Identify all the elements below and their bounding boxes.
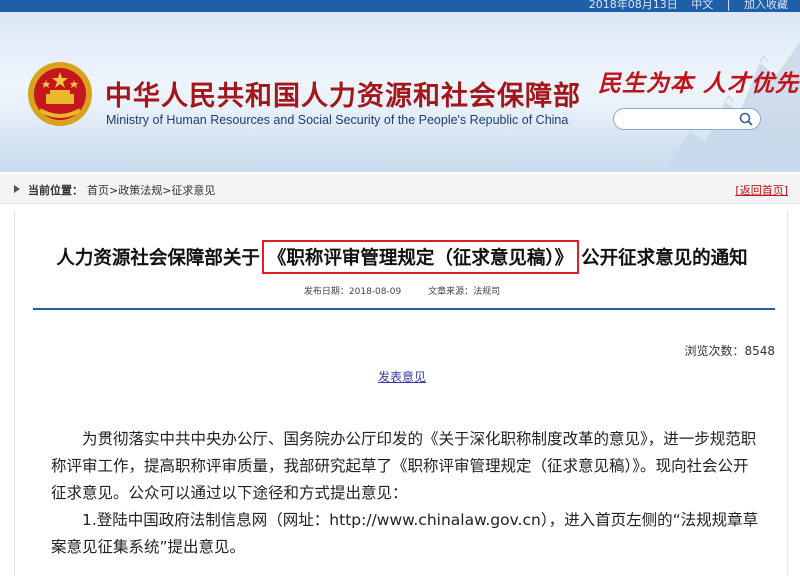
top-bar: 2018年08月13日 中文 | 加入收藏 [0,0,800,12]
title-suffix: 公开征求意见的通知 [581,248,748,269]
add-favorite-link[interactable]: 加入收藏 [744,0,788,11]
paragraph: 为贯彻落实中共中央办公厅、国务院办公厅印发的《关于深化职称制度改革的意见》，进一… [51,430,757,502]
slogan: 民生为本 人才优先 [598,70,800,97]
breadcrumb-policy[interactable]: 政策法规 [118,184,162,197]
search-input[interactable] [624,111,734,127]
article-body: 为贯彻落实中共中央办公厅、国务院办公厅印发的《关于深化职称制度改革的意见》，进一… [51,426,763,561]
breadcrumb-path: 首页>政策法规>征求意见 [87,182,215,198]
site-title: 中华人民共和国人力资源和社会保障部 [105,81,581,112]
view-count: 浏览次数：8548 [684,344,775,358]
article-source: 文章来源：法规司 [428,287,501,297]
article-title: 人力资源社会保障部关于 《职称评审管理规定（征求意见稿）》 公开征求意见的通知 [15,240,789,274]
top-links: 2018年08月13日 中文 | 加入收藏 [579,0,788,12]
breadcrumb-label: 当前位置： [28,184,83,197]
breadcrumb-arrow-icon [14,185,20,193]
date-text: 2018年08月13日 [588,0,678,11]
site-banner: 中华人民共和国人力资源和社会保障部 Ministry of Human Reso… [0,12,800,172]
title-divider [33,308,775,310]
language-link[interactable]: 中文 [691,0,713,11]
divider: | [726,0,731,11]
breadcrumb-solicit[interactable]: 征求意见 [171,184,215,197]
breadcrumb: 当前位置： 首页>政策法规>征求意见 [返回首页] [0,174,800,204]
breadcrumb-separator: > [109,184,119,197]
post-comment-link[interactable]: 发表意见 [15,368,789,385]
publish-date: 发布日期：2018-08-09 [303,287,402,297]
national-emblem-icon [28,62,92,126]
search-icon[interactable] [738,111,754,127]
search-box[interactable] [613,108,761,130]
breadcrumb-home[interactable]: 首页 [87,184,109,197]
article: 人力资源社会保障部关于 《职称评审管理规定（征求意见稿）》 公开征求意见的通知 发布… [14,210,788,576]
paragraph: 1.登陆中国政府法制信息网（网址：http://www.chinalaw.gov… [51,511,759,556]
back-home-link[interactable]: [返回首页] [735,182,788,198]
title-prefix: 人力资源社会保障部关于 [56,248,260,269]
site-subtitle: Ministry of Human Resources and Social S… [106,113,569,127]
title-highlight-box: 《职称评审管理规定（征求意见稿）》 [261,240,580,274]
article-meta: 发布日期：2018-08-09 文章来源：法规司 [15,284,789,297]
